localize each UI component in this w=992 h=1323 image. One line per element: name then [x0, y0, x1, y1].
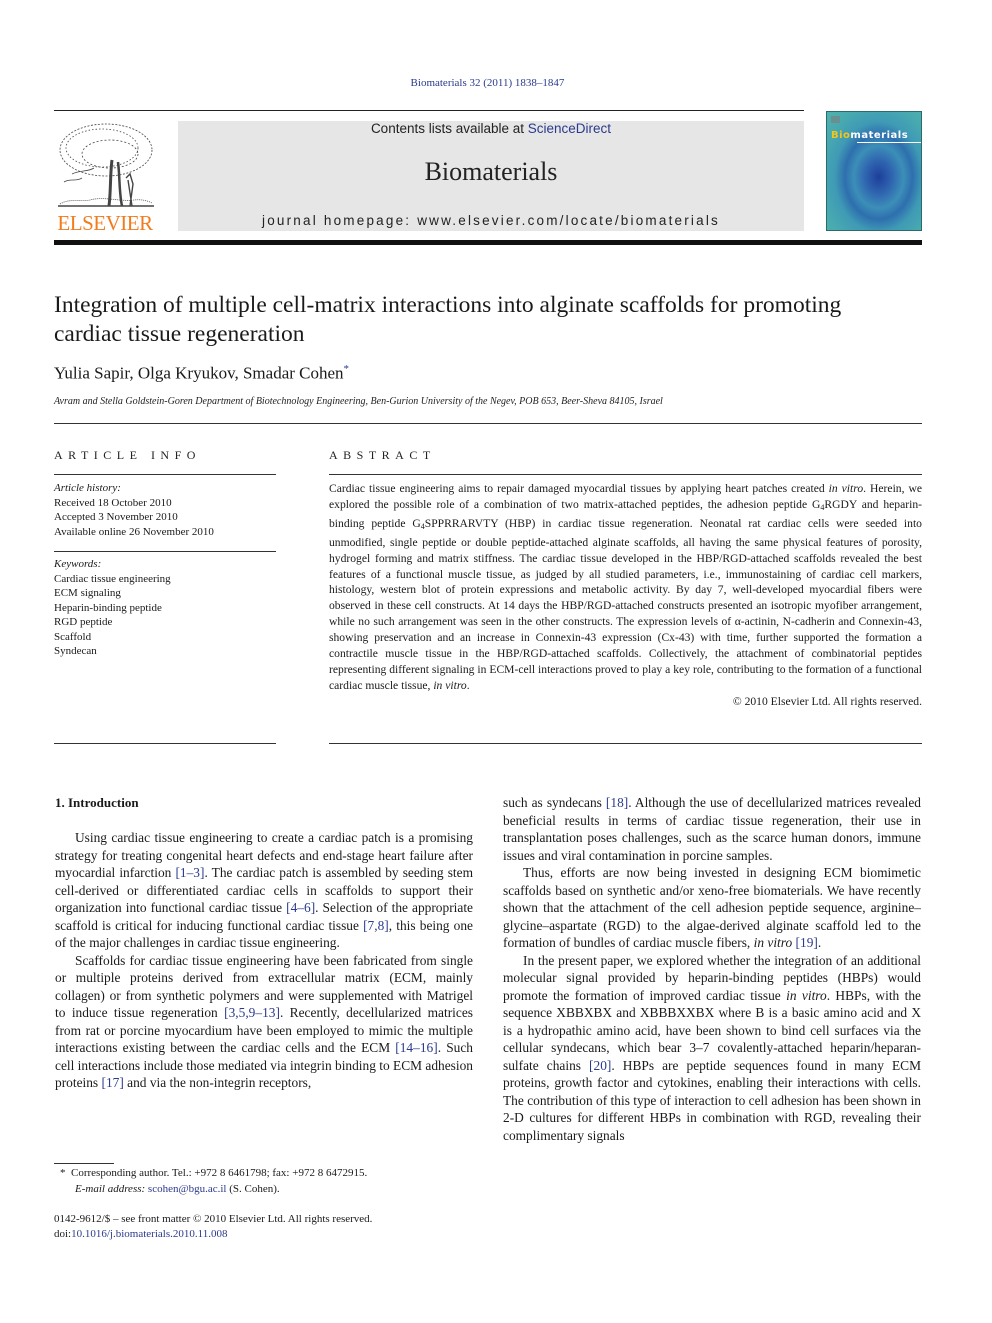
history-label: Article history: [54, 482, 121, 494]
keyword-item: Cardiac tissue engineering [54, 572, 171, 585]
keyword-item: Scaffold [54, 630, 92, 643]
abstract-rule [329, 474, 922, 475]
reference-link[interactable]: [14–16] [395, 1040, 437, 1055]
text-seg: and via the non-integrin receptors, [123, 1075, 312, 1090]
reference-link[interactable]: [20] [589, 1058, 611, 1073]
abstract-bottom-rule [329, 743, 922, 744]
email-label: E-mail address: [75, 1182, 146, 1195]
sciencedirect-link[interactable]: ScienceDirect [528, 121, 611, 136]
cover-title: Biomaterials [831, 130, 908, 141]
abstract-ital: in vitro [828, 482, 864, 495]
keyword-item: RGD peptide [54, 616, 113, 628]
journal-citation[interactable]: Biomaterials 32 (2011) 1838–1847 [0, 77, 975, 89]
footnote-rule [54, 1163, 114, 1164]
journal-homepage: journal homepage: www.elsevier.com/locat… [178, 213, 804, 228]
email-suffix: (S. Cohen). [226, 1182, 280, 1195]
publisher-wordmark: ELSEVIER [57, 211, 153, 235]
body-column-left: Using cardiac tissue engineering to crea… [55, 829, 473, 1092]
abstract-heading: ABSTRACT [329, 448, 436, 462]
reference-link[interactable]: [18] [606, 795, 628, 810]
author-list: Yulia Sapir, Olga Kryukov, Smadar Cohen* [54, 363, 349, 384]
affiliation-rule [54, 423, 922, 424]
paragraph: Scaffolds for cardiac tissue engineering… [55, 952, 473, 1092]
text-ital: in vitro [753, 935, 793, 950]
paragraph: such as syndecans [18]. Although the use… [503, 794, 921, 864]
article-history: Article history: Received 18 October 201… [54, 481, 276, 539]
cover-title-bio: Bio [831, 130, 851, 141]
abstract-copyright: © 2010 Elsevier Ltd. All rights reserved… [732, 694, 922, 708]
homepage-url-link[interactable]: www.elsevier.com/locate/biomaterials [417, 213, 720, 228]
history-item: Accepted 3 November 2010 [54, 511, 178, 523]
contents-line: Contents lists available at ScienceDirec… [178, 121, 804, 136]
reference-link[interactable]: [17] [102, 1075, 124, 1090]
keyword-item: ECM signaling [54, 587, 121, 599]
abstract-seg: . [466, 678, 470, 692]
journal-title: Biomaterials [424, 157, 558, 186]
footnote-mark: * [60, 1167, 66, 1179]
keywords: Keywords: Cardiac tissue engineering ECM… [54, 557, 276, 659]
header-thick-rule [54, 240, 922, 245]
article-info-rule [54, 474, 276, 475]
abstract-text: Cardiac tissue engineering aims to repai… [329, 481, 922, 694]
article-info-bottom-rule [54, 743, 276, 744]
paragraph: Thus, efforts are now being invested in … [503, 864, 921, 952]
cover-rule [857, 142, 921, 143]
keyword-item: Syndecan [54, 645, 97, 657]
corresponding-author-mark[interactable]: * [344, 363, 350, 375]
text-seg: Thus, efforts are now being invested in … [503, 865, 921, 950]
doi-link[interactable]: 10.1016/j.biomaterials.2010.11.008 [71, 1228, 227, 1240]
section-heading-introduction: 1. Introduction [55, 795, 139, 810]
doi-prefix: doi: [54, 1228, 72, 1240]
reference-link[interactable]: [3,5,9–13] [224, 1005, 280, 1020]
article-info-heading: ARTICLE INFO [54, 448, 201, 462]
body-column-right: such as syndecans [18]. Although the use… [503, 794, 921, 1144]
paragraph: In the present paper, we explored whethe… [503, 952, 921, 1145]
corresponding-author-footnote: * Corresponding author. Tel.: +972 8 646… [60, 1166, 367, 1197]
reference-link[interactable]: [4–6] [286, 900, 315, 915]
journal-cover-image[interactable]: Biomaterials [826, 111, 922, 231]
keyword-item: Heparin-binding peptide [54, 601, 162, 614]
abstract-seg: Cardiac tissue engineering aims to repai… [329, 482, 829, 495]
article-title: Integration of multiple cell-matrix inte… [54, 292, 842, 347]
reference-link[interactable]: [1–3] [175, 865, 204, 880]
keywords-label: Keywords: [54, 558, 102, 570]
reference-link[interactable]: [7,8] [363, 918, 389, 933]
text-seg: . [817, 935, 822, 950]
abstract-body: Cardiac tissue engineering aims to repai… [329, 481, 922, 710]
header-rule [54, 110, 804, 111]
front-matter: 0142-9612/$ – see front matter © 2010 El… [54, 1212, 372, 1242]
history-item: Available online 26 November 2010 [54, 525, 214, 538]
cover-publisher-icon [831, 116, 840, 123]
affiliation: Avram and Stella Goldstein-Goren Departm… [54, 396, 663, 407]
email-link[interactable]: scohen@bgu.ac.il [148, 1183, 227, 1195]
text-seg: such as syndecans [503, 795, 606, 810]
abstract-seg: SPPRRARVTY (HBP) in cardiac tissue regen… [329, 516, 922, 692]
history-item: Received 18 October 2010 [54, 496, 172, 509]
homepage-prefix: journal homepage: [262, 213, 418, 228]
journal-banner: Contents lists available at ScienceDirec… [178, 121, 804, 231]
paragraph: Using cardiac tissue engineering to crea… [55, 829, 473, 952]
authors-text: Yulia Sapir, Olga Kryukov, Smadar Cohen [54, 363, 344, 383]
reference-link[interactable]: [19] [796, 935, 818, 950]
cover-title-rest: materials [850, 130, 909, 141]
footnote-text: Corresponding author. Tel.: +972 8 64617… [71, 1167, 368, 1179]
keywords-rule [54, 551, 276, 552]
issn-line: 0142-9612/$ – see front matter © 2010 El… [54, 1213, 373, 1225]
text-ital: in vitro [786, 987, 827, 1003]
abstract-ital: in vitro [433, 678, 467, 692]
contents-prefix: Contents lists available at [370, 121, 528, 136]
